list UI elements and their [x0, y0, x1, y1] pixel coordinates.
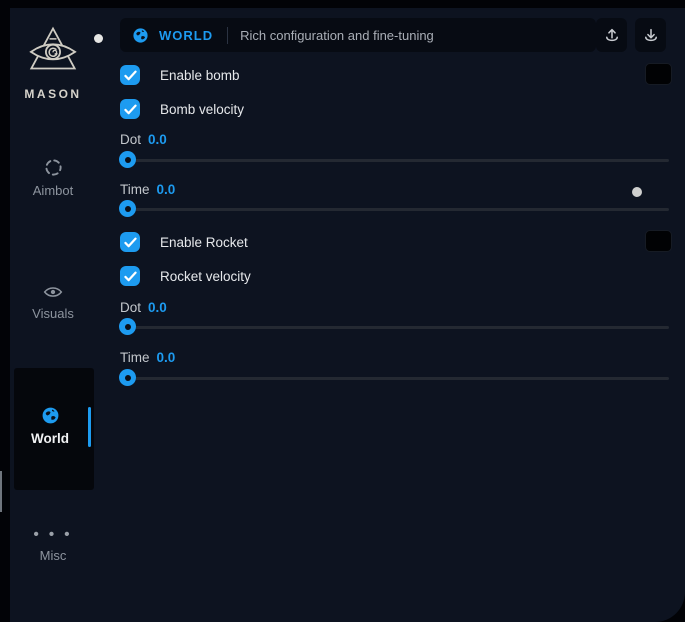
checkbox-label: Rocket velocity	[160, 269, 251, 284]
check-icon	[124, 237, 137, 248]
rocket-color-swatch[interactable]	[645, 230, 672, 252]
sidebar-item-world[interactable]: World	[10, 406, 90, 446]
rocket-dot-slider[interactable]	[120, 326, 669, 329]
enable-bomb-row: Enable bomb	[120, 65, 240, 85]
checkbox-label: Bomb velocity	[160, 102, 244, 117]
check-icon	[124, 70, 137, 81]
sidebar-item-visuals[interactable]: Visuals	[10, 284, 96, 321]
sidebar-item-label: Aimbot	[10, 183, 96, 198]
download-config-button[interactable]	[635, 18, 666, 52]
check-icon	[124, 104, 137, 115]
download-icon	[642, 26, 660, 45]
cursor-dot	[94, 34, 103, 43]
slider-name: Dot	[120, 300, 141, 315]
sidebar-item-label: Misc	[10, 548, 96, 563]
enable-rocket-row: Enable Rocket	[120, 232, 248, 252]
upload-icon	[603, 26, 621, 45]
brand-logo: MASON	[10, 24, 96, 101]
slider-name: Dot	[120, 132, 141, 147]
slider-value: 0.0	[157, 182, 176, 197]
ellipsis-icon: • • •	[10, 530, 96, 540]
bomb-time-slider[interactable]	[120, 208, 669, 211]
slider-value: 0.0	[157, 350, 176, 365]
mason-eye-pyramid-icon	[28, 24, 78, 78]
mason-menu-window: MASON Aimbot Visuals World	[10, 8, 685, 622]
sidebar-item-misc[interactable]: • • • Misc	[10, 530, 96, 563]
page-header: WORLD Rich configuration and fine-tuning	[120, 18, 596, 52]
globe-icon	[41, 406, 60, 425]
sidebar-item-label: World	[10, 431, 90, 446]
bomb-dot-slider-label: Dot 0.0	[120, 132, 167, 147]
cursor-dot	[632, 187, 642, 197]
enable-bomb-checkbox[interactable]	[120, 65, 140, 85]
slider-value: 0.0	[148, 132, 167, 147]
rocket-dot-slider-label: Dot 0.0	[120, 300, 167, 315]
slider-thumb[interactable]	[119, 318, 136, 335]
header-divider	[227, 27, 228, 44]
rocket-velocity-checkbox[interactable]	[120, 266, 140, 286]
bomb-color-swatch[interactable]	[645, 63, 672, 85]
active-tab-indicator	[88, 407, 91, 447]
sidebar: MASON Aimbot Visuals World	[10, 8, 106, 622]
crosshair-icon	[44, 158, 63, 177]
enable-rocket-checkbox[interactable]	[120, 232, 140, 252]
page-title: WORLD	[159, 28, 213, 43]
slider-thumb[interactable]	[119, 369, 136, 386]
slider-thumb[interactable]	[119, 200, 136, 217]
bomb-velocity-checkbox[interactable]	[120, 99, 140, 119]
rocket-velocity-row: Rocket velocity	[120, 266, 251, 286]
slider-name: Time	[120, 182, 150, 197]
rocket-time-slider[interactable]	[120, 377, 669, 380]
check-icon	[124, 271, 137, 282]
bomb-time-slider-label: Time 0.0	[120, 182, 175, 197]
slider-thumb[interactable]	[119, 151, 136, 168]
sidebar-item-aimbot[interactable]: Aimbot	[10, 158, 96, 198]
checkbox-label: Enable bomb	[160, 68, 240, 83]
checkbox-label: Enable Rocket	[160, 235, 248, 250]
upload-config-button[interactable]	[596, 18, 627, 52]
slider-value: 0.0	[148, 300, 167, 315]
globe-icon	[132, 27, 149, 44]
bomb-velocity-row: Bomb velocity	[120, 99, 244, 119]
eye-icon	[43, 284, 63, 300]
screen-edge-artifact	[0, 471, 2, 512]
bomb-dot-slider[interactable]	[120, 159, 669, 162]
brand-name: MASON	[10, 87, 96, 101]
sidebar-item-label: Visuals	[10, 306, 96, 321]
page-subtitle: Rich configuration and fine-tuning	[240, 28, 434, 43]
slider-name: Time	[120, 350, 150, 365]
rocket-time-slider-label: Time 0.0	[120, 350, 175, 365]
